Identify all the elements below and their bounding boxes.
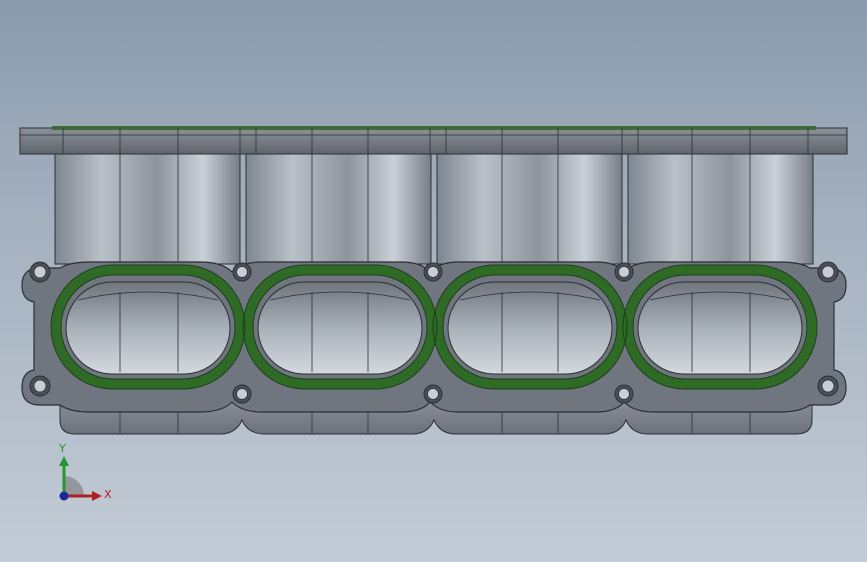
graphics-viewport[interactable]: Y X xyxy=(0,0,867,562)
z-axis-dot-icon xyxy=(59,491,69,501)
top-plate xyxy=(19,126,848,155)
model-view[interactable] xyxy=(0,0,867,562)
reference-triad: Y X xyxy=(48,440,118,510)
y-axis-label: Y xyxy=(59,442,66,455)
x-axis-label: X xyxy=(104,488,112,501)
